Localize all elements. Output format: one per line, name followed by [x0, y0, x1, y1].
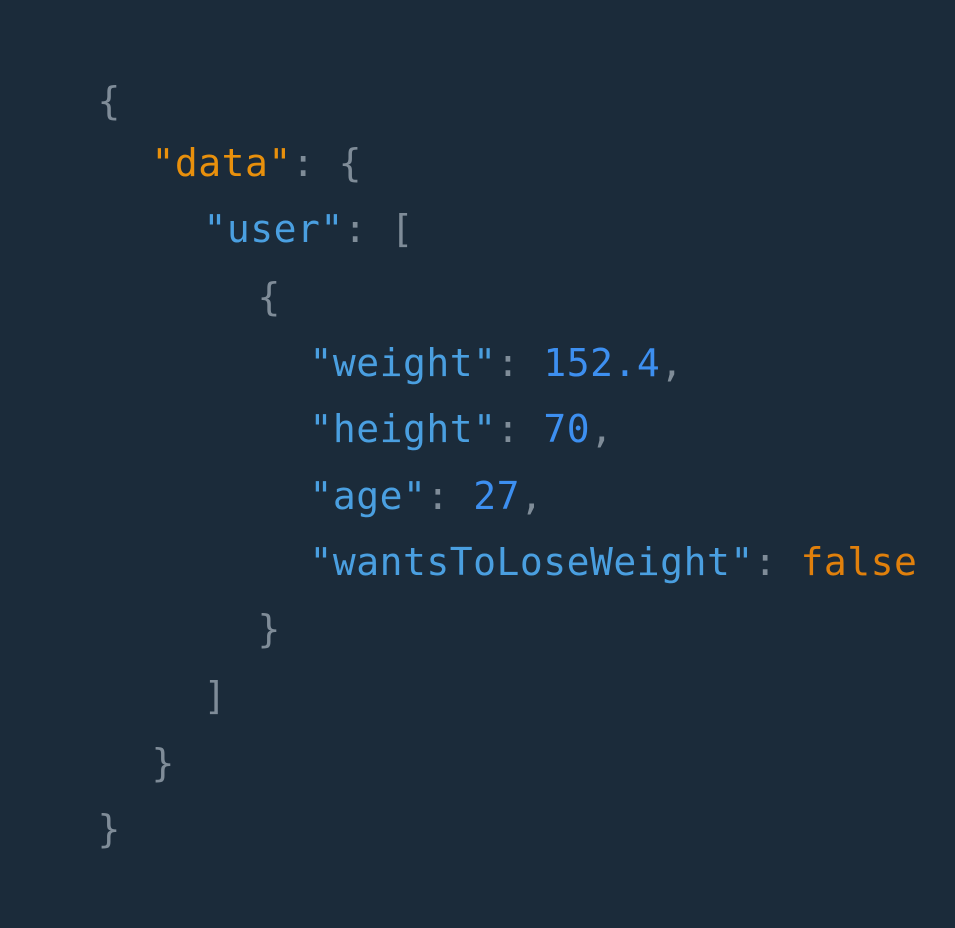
colon: : — [343, 207, 368, 251]
object-close-brace: } — [257, 607, 281, 651]
field-key: "wantsToLoseWeight" — [309, 540, 754, 584]
code-line-8: "wantsToLoseWeight": false — [216, 463, 917, 584]
user-open-bracket: [ — [390, 207, 414, 251]
field-value: false — [800, 540, 918, 584]
code-line-4: { — [164, 198, 281, 319]
code-line-7: "age": 27, — [216, 397, 543, 518]
code-line-3: "user": [ — [110, 130, 414, 251]
field-value: 70 — [543, 407, 591, 451]
data-close-brace: } — [151, 741, 175, 785]
user-close-bracket: ] — [203, 674, 227, 718]
comma: , — [590, 407, 614, 451]
code-line-12: } — [4, 730, 121, 851]
code-line-1: { — [4, 2, 121, 123]
comma: , — [660, 341, 684, 385]
code-line-11: } — [58, 664, 175, 785]
code-line-6: "height": 70, — [216, 330, 613, 451]
code-line-9: } — [164, 530, 281, 651]
colon: : — [753, 540, 778, 584]
code-line-2: "data": { — [58, 64, 362, 185]
code-line-5: "weight": 152.4, — [216, 264, 684, 385]
code-line-10: ] — [110, 597, 227, 718]
root-close-brace: } — [97, 807, 121, 851]
